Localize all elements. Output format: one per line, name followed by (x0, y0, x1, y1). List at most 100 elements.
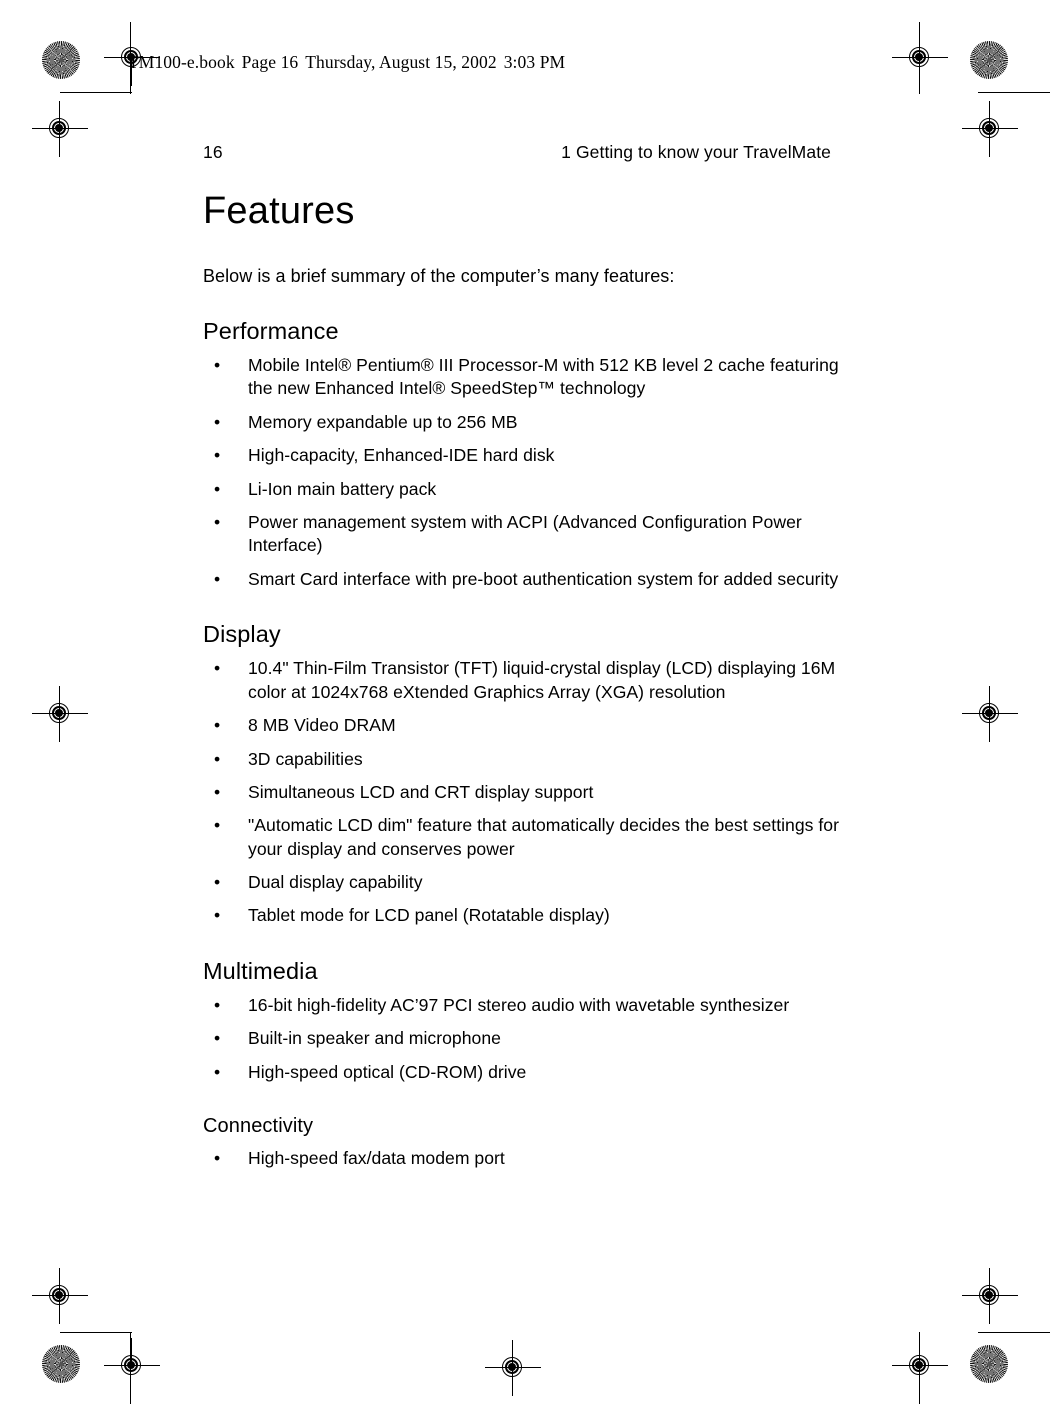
registration-crosshair-horizontal (962, 1295, 1018, 1297)
slug-date: Thursday, August 15, 2002 (305, 52, 497, 72)
feature-list-item-text: 10.4" Thin-Film Transistor (TFT) liquid-… (248, 658, 836, 702)
bullet-icon: • (214, 411, 221, 432)
registration-crosshair-vertical (989, 686, 991, 742)
bullet-icon: • (214, 815, 221, 836)
feature-list-item: • Tablet mode for LCD panel (Rotatable di… (203, 904, 843, 927)
registration-crosshair-vertical (989, 1268, 991, 1324)
feature-list-item: • Dual display capability (203, 871, 843, 894)
feature-list-item: • Simultaneous LCD and CRT display suppor… (203, 781, 843, 804)
registration-ring-inner (505, 1360, 519, 1374)
feature-list-item: • 8 MB Video DRAM (203, 714, 843, 737)
slug-filename: TM100-e.book (128, 52, 235, 72)
page-body: Features Below is a brief summary of the… (203, 190, 843, 1171)
registration-crosshair-vertical (59, 101, 61, 157)
registration-ring-outer (49, 118, 69, 138)
feature-list-item-text: Smart Card interface with pre-boot authe… (248, 568, 839, 589)
slug-page-label: Page 16 (241, 52, 299, 72)
star-target-dot-top-left (42, 41, 80, 79)
registration-mark-bottom-right-outer (892, 1338, 948, 1394)
feature-list-item: • High-speed optical (CD-ROM) drive (203, 1061, 843, 1084)
trim-line-left-bottom (130, 1332, 132, 1404)
registration-ring-outer (909, 1355, 929, 1375)
feature-list-item: • 10.4" Thin-Film Transistor (TFT) liquid… (203, 657, 843, 704)
registration-center-dot (55, 124, 63, 132)
registration-mark-middle-left (32, 686, 88, 742)
registration-ring-outer (979, 1285, 999, 1305)
registration-crosshair-vertical (512, 1340, 514, 1396)
registration-crosshair-vertical (59, 686, 61, 742)
feature-list-item: • High-capacity, Enhanced-IDE hard disk (203, 444, 843, 467)
bullet-icon: • (214, 715, 221, 736)
registration-crosshair-horizontal (485, 1367, 541, 1369)
feature-list-item-text: 8 MB Video DRAM (248, 715, 396, 736)
bullet-icon: • (214, 1061, 221, 1082)
registration-crosshair-vertical (131, 1338, 133, 1368)
feature-list-item: • High-speed fax/data modem port (203, 1147, 843, 1170)
registration-mark-bottom-center (485, 1340, 541, 1396)
registration-mark-middle-right (962, 686, 1018, 742)
feature-list: • 10.4" Thin-Film Transistor (TFT) liquid… (203, 657, 843, 928)
feature-list-item-text: High-capacity, Enhanced-IDE hard disk (248, 445, 555, 466)
feature-list-item-text: High-speed optical (CD-ROM) drive (248, 1061, 527, 1082)
registration-crosshair-horizontal (32, 128, 88, 130)
registration-center-dot (55, 709, 63, 717)
trim-line-bottom-left (60, 1332, 132, 1334)
feature-list-item-text: 3D capabilities (248, 748, 363, 769)
bullet-icon: • (214, 748, 221, 769)
bullet-icon: • (214, 905, 221, 926)
registration-center-dot (508, 1363, 516, 1371)
registration-mark-bottom-right-inner (962, 1268, 1018, 1324)
trim-line-bottom-right (978, 1332, 1050, 1334)
printed-page-sheet: TM100-e.book Page 16 Thursday, August 15, … (0, 0, 1050, 1425)
registration-mark-top-right-outer (892, 30, 948, 86)
registration-center-dot (985, 709, 993, 717)
registration-ring-outer (502, 1357, 522, 1377)
registration-center-dot (985, 124, 993, 132)
feature-list-item: • Li-Ion main battery pack (203, 478, 843, 501)
registration-crosshair-horizontal (32, 713, 88, 715)
intro-paragraph: Below is a brief summary of the computer… (203, 265, 675, 286)
registration-ring-inner (982, 1288, 996, 1302)
registration-ring-inner (912, 50, 926, 64)
document-slug-line: TM100-e.book Page 16 Thursday, August 15, … (128, 52, 565, 73)
feature-list-item-text: High-speed fax/data modem port (248, 1148, 505, 1169)
bullet-icon: • (214, 995, 221, 1016)
registration-ring-outer (121, 1355, 141, 1375)
trim-line-top-right (978, 92, 1050, 94)
slug-time: 3:03 PM (503, 52, 566, 72)
bullet-icon: • (214, 781, 221, 802)
chapter-title: 1 Getting to know your TravelMate (561, 142, 831, 162)
bullet-icon: • (214, 478, 221, 499)
feature-list-item-text: Li-Ion main battery pack (248, 478, 437, 499)
registration-crosshair-horizontal (962, 128, 1018, 130)
registration-ring-outer (49, 703, 69, 723)
feature-sections: Performance • Mobile Intel® Pentium® III P… (203, 317, 843, 1171)
registration-center-dot (127, 1361, 135, 1369)
registration-center-dot (915, 53, 923, 61)
feature-list-item-text: "Automatic LCD dim" feature that automat… (248, 815, 839, 859)
bullet-icon: • (214, 511, 221, 532)
registration-center-dot (915, 1361, 923, 1369)
registration-ring-inner (124, 1358, 138, 1372)
registration-mark-top-right-inner (962, 101, 1018, 157)
trim-line-right-top (919, 22, 921, 94)
registration-crosshair-vertical (919, 1338, 921, 1368)
feature-list-item: • Built-in speaker and microphone (203, 1027, 843, 1050)
page-title: Features (203, 190, 355, 232)
bullet-icon: • (214, 658, 221, 679)
registration-crosshair-vertical (989, 101, 991, 157)
feature-list: • 16-bit high-fidelity AC’97 PCI stereo a… (203, 994, 843, 1084)
feature-list-item: • Mobile Intel® Pentium® III Processor-M … (203, 354, 843, 401)
registration-ring-outer (979, 703, 999, 723)
feature-list-item-text: Dual display capability (248, 872, 423, 893)
section-heading: Performance (203, 317, 339, 344)
star-target-dot-top-right (970, 41, 1008, 79)
registration-ring-inner (52, 1288, 66, 1302)
registration-crosshair-vertical (919, 56, 921, 86)
star-target-dot-bottom-right (970, 1345, 1008, 1383)
feature-list-item-text: Simultaneous LCD and CRT display support (248, 781, 594, 802)
registration-ring-inner (52, 706, 66, 720)
feature-list-item: • "Automatic LCD dim" feature that automa… (203, 814, 843, 861)
registration-ring-inner (982, 706, 996, 720)
trim-line-top-left (60, 92, 132, 94)
